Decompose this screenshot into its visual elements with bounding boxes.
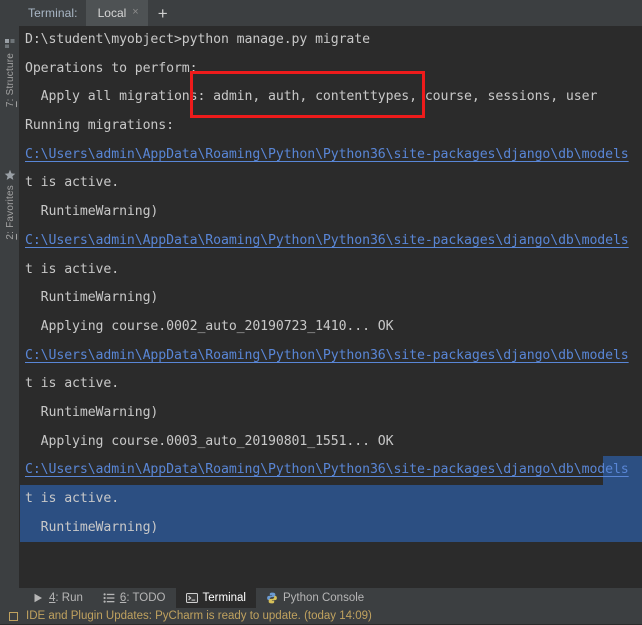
sidebar-item-structure[interactable]: 7: Structure [0,36,20,107]
terminal-tab-bar: Terminal: Local × + [0,0,642,26]
pycharm-terminal-window: Terminal: Local × + 7: Structure 2: Favo… [0,0,642,624]
status-bar: IDE and Plugin Updates: PyCharm is ready… [0,608,642,624]
status-bar-message[interactable]: IDE and Plugin Updates: PyCharm is ready… [26,610,372,622]
tool-window-button-label: Terminal [203,592,246,604]
terminal-line: Apply all migrations: admin, auth, conte… [25,89,598,105]
terminal-line: RuntimeWarning) [25,404,159,420]
terminal-line: D:\student\myobject>python manage.py mig… [25,32,370,47]
terminal-line: Applying course.0003_auto_20190801_1551.… [25,433,394,449]
terminal-line: RuntimeWarning) [25,290,159,306]
structure-icon [4,36,16,48]
sidebar-item-favorites[interactable]: 2: Favorites [0,168,20,240]
terminal-tabbar-title: Terminal: [28,6,78,20]
structure-mnemonic: 7 [4,101,16,108]
tool-window-bar: 4: Run 6: TODO Terminal Python Console [0,588,642,608]
update-icon [8,611,19,622]
favorites-label-text: : Favorites [4,185,16,234]
terminal-icon [185,592,198,604]
tool-window-button-terminal[interactable]: Terminal [175,588,256,608]
terminal-line: RuntimeWarning) [25,204,159,220]
favorites-label: 2: Favorites [5,185,16,240]
play-icon [32,592,44,604]
add-tab-icon[interactable]: + [148,0,178,26]
terminal-line: t is active. [20,485,642,514]
terminal-line: t is active. [25,175,120,191]
terminal-line: Running migrations: [25,118,174,134]
left-tool-strip: 7: Structure 2: Favorites [0,26,20,588]
terminal-line: RuntimeWarning) [20,513,642,543]
terminal-line: t is active. [25,376,120,392]
todo-icon [103,592,115,604]
terminal-link-line[interactable]: C:\Users\admin\AppData\Roaming\Python\Py… [20,456,642,485]
tool-window-button-text: Python Console [282,592,365,604]
tool-window-button-label: 6: TODO [120,592,166,604]
terminal-line: t is active. [25,261,120,277]
terminal-line: Operations to perform: [25,60,198,76]
tool-window-button-text: Terminal [202,592,246,604]
terminal-line: Applying course.0002_auto_20190723_1410.… [25,318,394,334]
tool-window-button-todo[interactable]: 6: TODO [93,588,176,608]
close-icon[interactable]: × [132,7,138,19]
tool-window-button-label: 4: Run [49,592,83,604]
favorites-mnemonic: 2 [4,233,16,240]
terminal-output-pane[interactable]: D:\student\myobject>python manage.py mig… [20,26,642,588]
star-icon [4,168,16,180]
terminal-link-line[interactable]: C:\Users\admin\AppData\Roaming\Python\Py… [20,342,642,371]
tool-window-button-run[interactable]: 4: Run [22,588,93,608]
tab-local[interactable]: Local × [85,0,148,26]
tab-local-label: Local [97,6,127,20]
terminal-link-line[interactable]: C:\Users\admin\AppData\Roaming\Python\Py… [20,141,642,170]
tool-window-button-text: : TODO [126,592,166,604]
tool-window-button-label: Python Console [283,592,364,604]
structure-label: 7: Structure [5,53,16,107]
terminal-lines: D:\student\myobject>python manage.py mig… [20,26,642,543]
python-icon [266,592,278,604]
tool-window-button-text: : Run [55,592,83,604]
terminal-link-line[interactable]: C:\Users\admin\AppData\Roaming\Python\Py… [20,227,642,256]
structure-label-text: : Structure [4,53,16,102]
tool-window-button-python-console[interactable]: Python Console [256,588,374,608]
